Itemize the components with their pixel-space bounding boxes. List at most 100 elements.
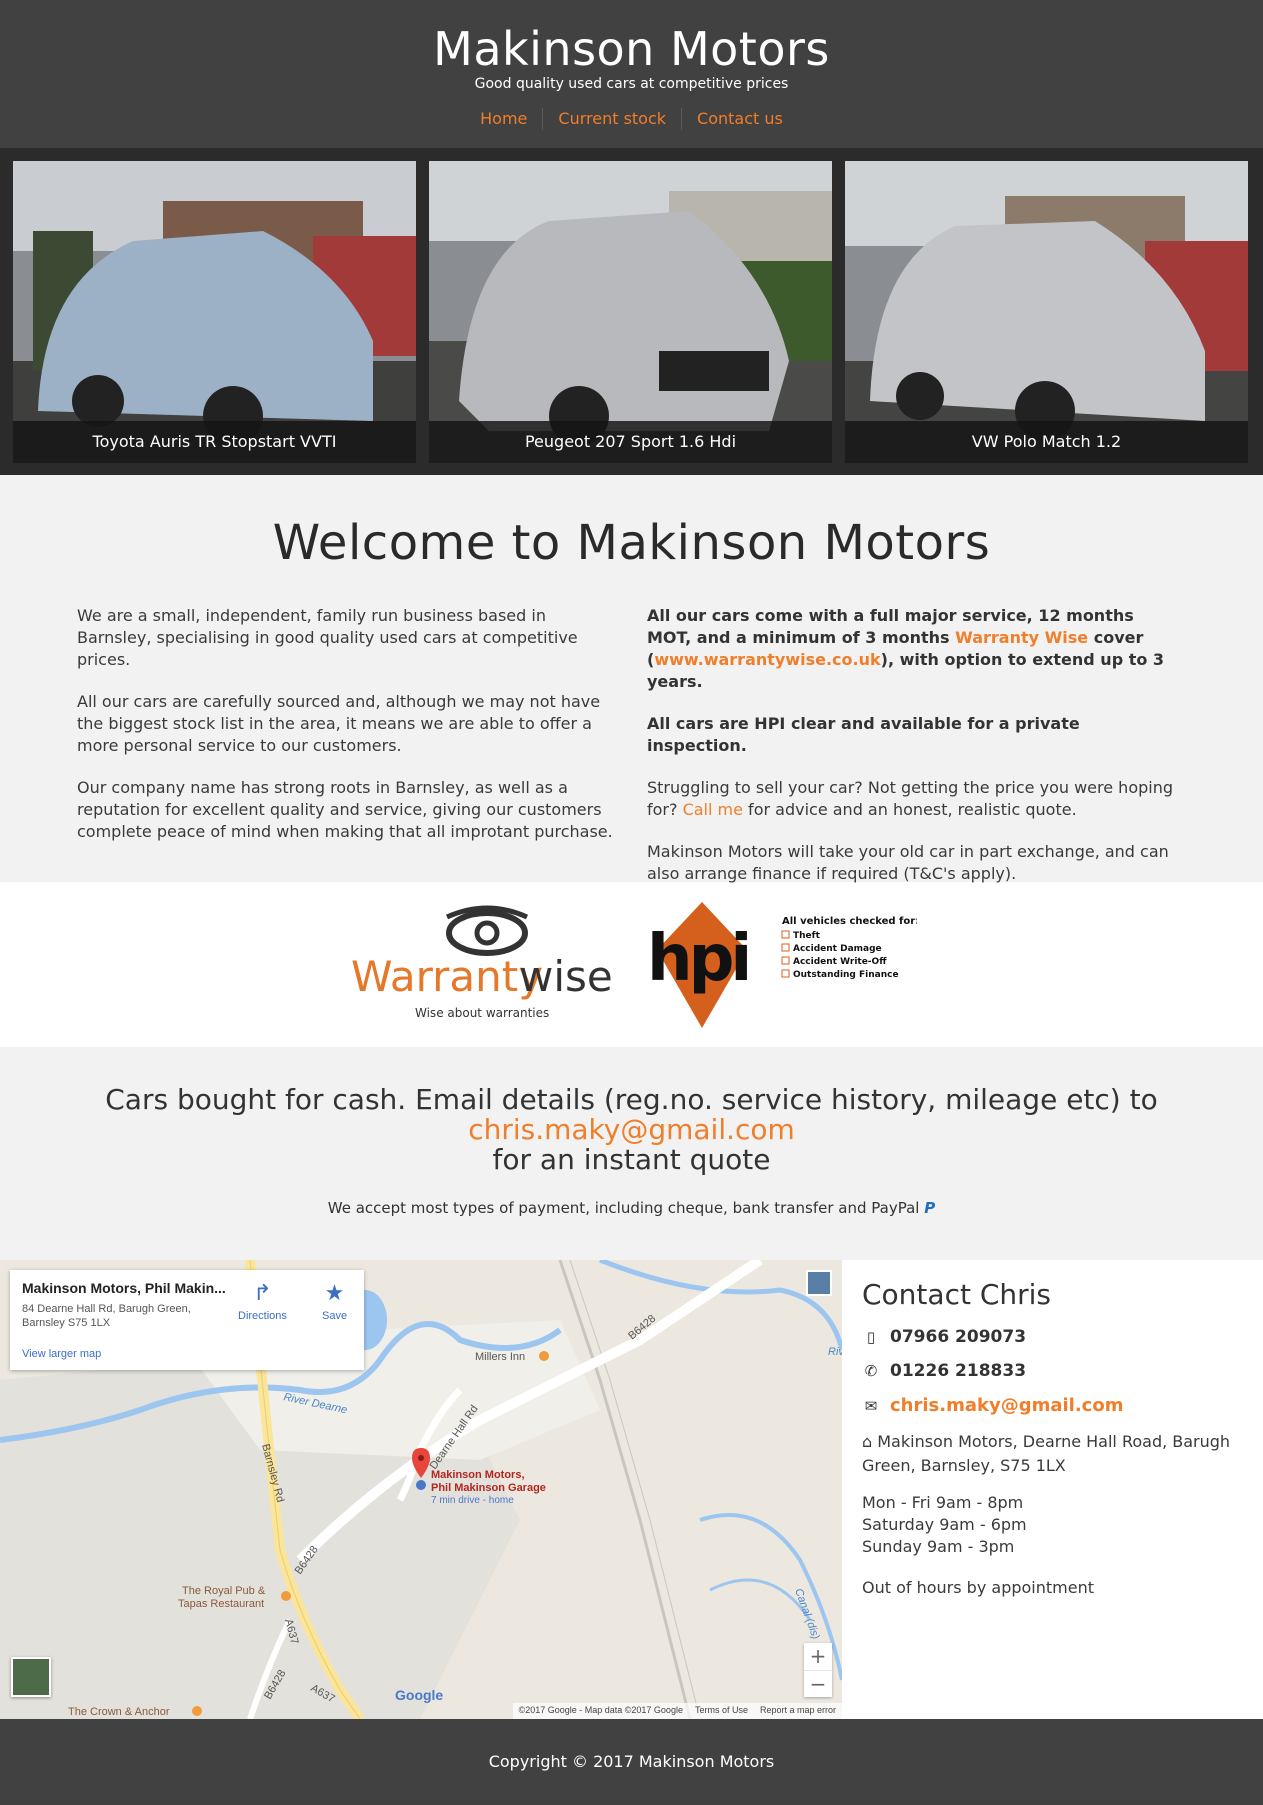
map-attribution: ©2017 Google - Map data ©2017 Google xyxy=(518,1705,683,1715)
map-label-royal-pub: The Royal Pub & xyxy=(182,1585,266,1597)
map-save-button[interactable]: ★ Save xyxy=(322,1280,347,1323)
main-nav: Home Current stock Contact us xyxy=(0,108,1263,130)
welcome-title: Welcome to Makinson Motors xyxy=(272,515,991,571)
directions-icon: ↱ xyxy=(253,1280,272,1305)
warranty-logo-text-dark: wise xyxy=(519,952,613,1001)
part-exchange-paragraph: Makinson Motors will take your old car i… xyxy=(647,842,1169,883)
welcome-right-column: All our cars come with a full major serv… xyxy=(647,605,1183,905)
site-tagline: Good quality used cars at competitive pr… xyxy=(474,76,789,92)
zoom-out-button[interactable]: − xyxy=(804,1670,832,1697)
contact-address: ⌂ Makinson Motors, Dearne Hall Road, Bar… xyxy=(862,1432,1231,1475)
car-gallery: Toyota Auris TR Stopstart VVTI Peugeot 2… xyxy=(0,148,1263,475)
map-place-name: Makinson Motors, Phil Makin... xyxy=(22,1280,226,1296)
view-larger-map-link[interactable]: View larger map xyxy=(22,1348,101,1360)
zoom-in-button[interactable]: + xyxy=(804,1643,832,1670)
warrantywise-url-link[interactable]: www.warrantywise.co.uk xyxy=(654,650,880,669)
car-caption-toyota: Toyota Auris TR Stopstart VVTI xyxy=(13,421,416,463)
map-report-link[interactable]: Report a map error xyxy=(760,1705,836,1717)
map-pin-label-line2: Phil Makinson Garage xyxy=(431,1482,546,1494)
google-logo: Google xyxy=(395,1687,444,1703)
car-photo-toyota xyxy=(13,161,416,463)
car-card-peugeot[interactable]: Peugeot 207 Sport 1.6 Hdi xyxy=(429,161,832,463)
map-poi-crown-anchor-icon xyxy=(192,1706,202,1716)
map-fullscreen-button[interactable] xyxy=(806,1270,832,1296)
car-photo-peugeot xyxy=(429,161,832,463)
welcome-paragraph: All our cars are carefully sourced and, … xyxy=(77,692,601,755)
payment-note: We accept most types of payment, includi… xyxy=(327,1199,936,1217)
opening-hours: Mon - Fri 9am - 8pm Saturday 9am - 6pm S… xyxy=(862,1492,1243,1558)
partner-logos: Warranty wise Wise about warranties hpi … xyxy=(0,882,1263,1047)
hpi-check-write-off: Accident Write-Off xyxy=(793,957,887,967)
map-infobox: Makinson Motors, Phil Makin... 84 Dearne… xyxy=(10,1270,364,1370)
map-zoom-controls: + − xyxy=(804,1643,832,1697)
contact-email-row: ✉ chris.maky@gmail.com xyxy=(862,1395,1243,1416)
call-me-link[interactable]: Call me xyxy=(683,800,743,819)
car-caption-peugeot: Peugeot 207 Sport 1.6 Hdi xyxy=(429,421,832,463)
envelope-icon: ✉ xyxy=(864,1396,878,1415)
warranty-paragraph: All our cars come with a full major serv… xyxy=(647,606,1165,691)
hpi-logo-text: hpi xyxy=(647,922,748,996)
warranty-logo-text-orange: Warranty xyxy=(351,952,543,1001)
map-label-tapas-restaurant: Tapas Restaurant xyxy=(178,1598,264,1610)
hours-weekday: Mon - Fri 9am - 8pm xyxy=(862,1493,1024,1512)
map-satellite-toggle[interactable] xyxy=(11,1657,51,1697)
map-terms-link[interactable]: Terms of Use xyxy=(695,1705,748,1717)
paypal-icon: P xyxy=(924,1199,936,1217)
hpi-check-outstanding-finance: Outstanding Finance xyxy=(793,970,899,980)
map-directions-button[interactable]: ↱ Directions xyxy=(238,1280,287,1323)
copyright-text: Copyright © 2017 Makinson Motors xyxy=(488,1752,775,1771)
contact-phone-row[interactable]: ✆ 01226 218833 xyxy=(862,1361,1243,1381)
cash-instant-quote: for an instant quote xyxy=(492,1143,771,1176)
map-label-river-right: Riv xyxy=(828,1346,842,1358)
cash-section: Cars bought for cash. Email details (reg… xyxy=(0,1047,1263,1260)
contact-phone: 01226 218833 xyxy=(890,1361,1027,1381)
map-poi-royal-pub-icon xyxy=(281,1591,291,1601)
warranty-wise-link[interactable]: Warranty Wise xyxy=(955,628,1088,647)
star-icon: ★ xyxy=(324,1280,345,1305)
welcome-paragraph: Our company name has strong roots in Bar… xyxy=(77,778,613,841)
map-contact-section: Millers Inn River Dearne Dearne Hall Rd … xyxy=(0,1260,1263,1719)
hpi-paragraph: All cars are HPI clear and available for… xyxy=(647,714,1080,755)
map-pin-label-line1: Makinson Motors, xyxy=(431,1469,525,1481)
cash-heading: Cars bought for cash. Email details (reg… xyxy=(105,1083,1158,1116)
site-title: Makinson Motors xyxy=(433,22,830,76)
map-place-address: 84 Dearne Hall Rd, Barugh Green, Barnsle… xyxy=(22,1303,191,1329)
contact-panel: Contact Chris ▯ 07966 209073 ✆ 01226 218… xyxy=(842,1260,1263,1719)
mobile-phone-icon: ▯ xyxy=(866,1328,876,1346)
map-panel[interactable]: Millers Inn River Dearne Dearne Hall Rd … xyxy=(0,1260,842,1719)
nav-home-link[interactable]: Home xyxy=(465,108,542,130)
contact-email-link[interactable]: chris.maky@gmail.com xyxy=(890,1395,1123,1416)
map-poi-millers-inn-icon xyxy=(539,1351,549,1361)
warranty-logo-tagline: Wise about warranties xyxy=(415,1006,549,1020)
hours-sunday: Sunday 9am - 3pm xyxy=(862,1537,1015,1556)
sell-car-paragraph: Struggling to sell your car? Not getting… xyxy=(647,778,1173,819)
hpi-heading: All vehicles checked for: xyxy=(782,916,917,927)
hpi-check-theft: Theft xyxy=(793,931,821,941)
hpi-logo[interactable]: hpi All vehicles checked for: Theft Acci… xyxy=(647,900,917,1030)
phone-icon: ✆ xyxy=(864,1362,878,1380)
hpi-check-accident-damage: Accident Damage xyxy=(793,944,882,954)
warrantywise-logo[interactable]: Warranty wise Wise about warranties xyxy=(347,905,617,1025)
welcome-left-column: We are a small, independent, family run … xyxy=(77,605,613,905)
contact-heading: Contact Chris xyxy=(862,1278,1052,1311)
car-card-toyota[interactable]: Toyota Auris TR Stopstart VVTI xyxy=(13,161,416,463)
cash-email-link[interactable]: chris.maky@gmail.com xyxy=(0,1115,1263,1145)
nav-contact-us-link[interactable]: Contact us xyxy=(681,108,798,130)
home-icon: ⌂ xyxy=(862,1432,873,1451)
site-header: Makinson Motors Good quality used cars a… xyxy=(0,0,1263,148)
map-pin-sub: 7 min drive - home xyxy=(431,1495,514,1506)
hours-saturday: Saturday 9am - 6pm xyxy=(862,1515,1027,1534)
nav-current-stock-link[interactable]: Current stock xyxy=(542,108,681,130)
car-caption-vw: VW Polo Match 1.2 xyxy=(845,421,1248,463)
welcome-section: Welcome to Makinson Motors We are a smal… xyxy=(0,475,1263,883)
car-card-vw[interactable]: VW Polo Match 1.2 xyxy=(845,161,1248,463)
car-photo-vw xyxy=(845,161,1248,463)
contact-mobile: 07966 209073 xyxy=(890,1327,1027,1347)
welcome-paragraph: We are a small, independent, family run … xyxy=(77,606,578,669)
out-of-hours-note: Out of hours by appointment xyxy=(862,1578,1094,1597)
welcome-columns: We are a small, independent, family run … xyxy=(0,605,1263,905)
map-attribution-bar: ©2017 Google - Map data ©2017 Google Ter… xyxy=(512,1703,842,1719)
map-label-crown-anchor: The Crown & Anchor xyxy=(68,1706,170,1718)
contact-mobile-row[interactable]: ▯ 07966 209073 xyxy=(862,1327,1243,1347)
site-footer: Copyright © 2017 Makinson Motors xyxy=(0,1719,1263,1805)
